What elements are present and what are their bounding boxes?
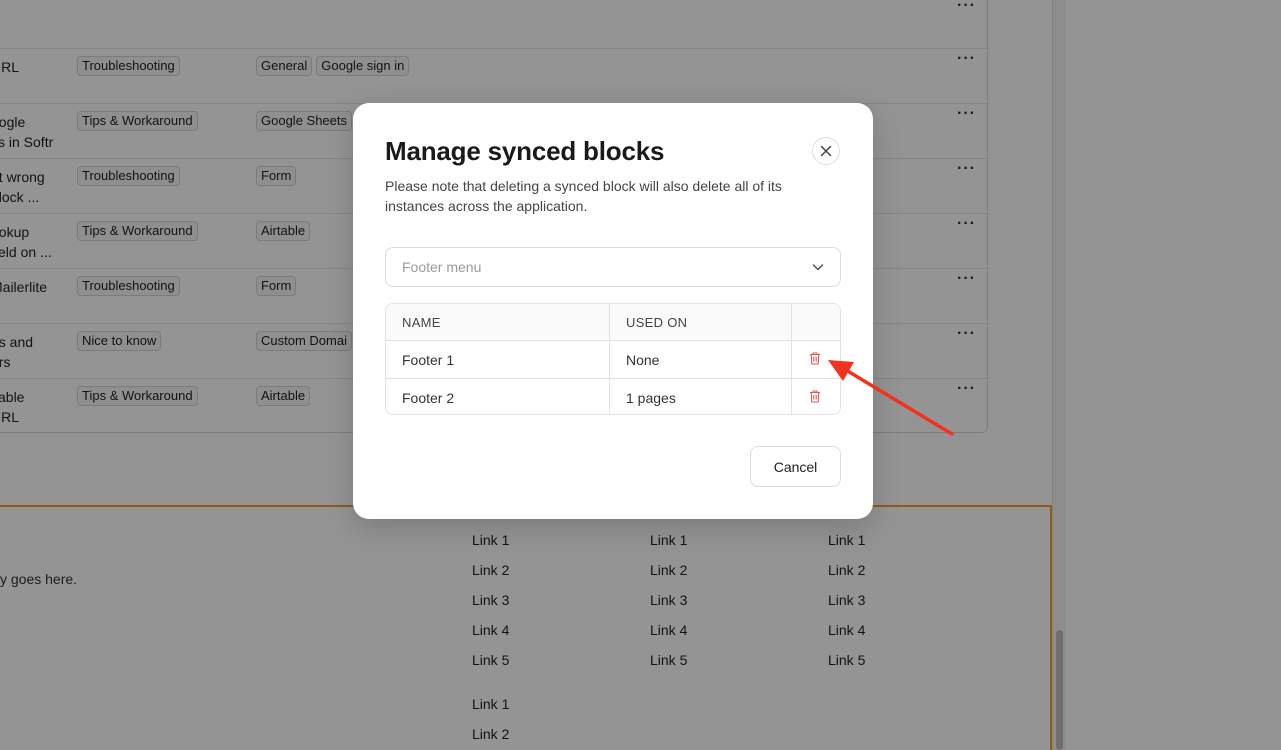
modal-description: Please note that deleting a synced block… <box>385 178 782 214</box>
block-name: Footer 1 <box>402 352 455 368</box>
modal-title: Manage synced blocks <box>385 136 665 166</box>
cancel-button[interactable]: Cancel <box>750 446 841 487</box>
synced-blocks-table: NAME USED ON Footer 1 None Footer 2 1 pa… <box>385 303 841 415</box>
manage-synced-blocks-modal: Manage synced blocks Please note that de… <box>353 103 873 519</box>
column-header-used-on: USED ON <box>626 315 688 330</box>
table-header: NAME USED ON <box>386 304 840 341</box>
block-used-on: None <box>626 352 660 368</box>
arrow-annotation-icon <box>828 360 954 436</box>
column-divider <box>791 304 792 414</box>
table-row: Footer 1 None <box>386 341 840 378</box>
close-button[interactable] <box>812 137 840 165</box>
column-divider <box>609 304 610 414</box>
table-row: Footer 2 1 pages <box>386 378 840 414</box>
synced-block-select[interactable]: Footer menu <box>385 247 841 287</box>
column-header-name: NAME <box>402 315 441 330</box>
block-name: Footer 2 <box>402 390 455 406</box>
select-value: Footer menu <box>402 259 482 275</box>
close-icon <box>820 145 832 157</box>
chevron-down-icon <box>812 264 824 271</box>
block-used-on: 1 pages <box>626 390 676 406</box>
